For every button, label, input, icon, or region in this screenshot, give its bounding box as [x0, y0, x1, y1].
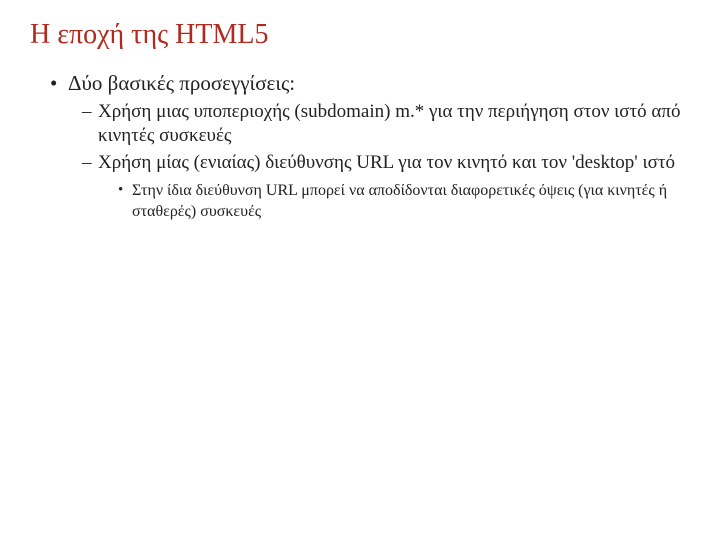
slide: Η εποχή της HTML5 Δύο βασικές προσεγγίσε… — [0, 0, 720, 540]
bullet-l2-0-text: Χρήση μιας υποπεριοχής (subdomain) m.* γ… — [98, 101, 680, 146]
bullet-list-level1: Δύο βασικές προσεγγίσεις: Χρήση μιας υπο… — [30, 70, 690, 223]
slide-title: Η εποχή της HTML5 — [30, 18, 690, 52]
bullet-l3-0-text: Στην ίδια διεύθυνση URL μπορεί να αποδίδ… — [132, 182, 667, 220]
bullet-l2-1-text: Χρήση μίας (ενιαίας) διεύθυνσης URL για … — [98, 152, 675, 173]
bullet-l2-0: Χρήση μιας υποπεριοχής (subdomain) m.* γ… — [82, 100, 690, 148]
bullet-l1-0-text: Δύο βασικές προσεγγίσεις: — [68, 71, 295, 95]
bullet-l2-1: Χρήση μίας (ενιαίας) διεύθυνσης URL για … — [82, 151, 690, 222]
bullet-list-level2: Χρήση μιας υποπεριοχής (subdomain) m.* γ… — [68, 100, 690, 223]
bullet-list-level3: Στην ίδια διεύθυνση URL μπορεί να αποδίδ… — [98, 181, 690, 223]
bullet-l1-0: Δύο βασικές προσεγγίσεις: Χρήση μιας υπο… — [50, 70, 690, 223]
bullet-l3-0: Στην ίδια διεύθυνση URL μπορεί να αποδίδ… — [118, 181, 690, 223]
